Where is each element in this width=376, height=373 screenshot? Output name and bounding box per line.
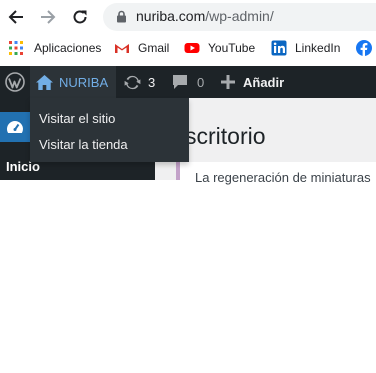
gmail-icon [115,43,129,53]
reload-icon [73,10,87,24]
address-bar[interactable]: nuriba.com/wp-admin/ [103,3,376,31]
bookmark-linkedin[interactable]: LinkedIn [271,39,340,57]
linkedin-icon [271,40,287,56]
back-button[interactable] [4,5,28,29]
forward-arrow-icon [41,10,56,24]
wordpress-logo-icon [5,72,25,92]
dashboard-menu-item[interactable] [0,112,30,142]
browser-toolbar: nuriba.com/wp-admin/ [0,0,376,34]
dashboard-gauge-icon [7,121,23,133]
bookmark-label: LinkedIn [295,41,341,55]
bookmark-facebook[interactable] [356,39,376,57]
wp-admin-bar: NURIBA 3 0 Añadir [0,66,376,98]
bookmark-apps[interactable]: Aplicaciones [8,39,101,57]
lock-icon [117,10,126,23]
forward-button[interactable] [36,5,60,29]
plus-icon [221,75,235,89]
updates-icon [124,75,141,89]
admin-notice: La regeneración de miniaturas [176,162,376,185]
back-arrow-icon [8,10,23,24]
home-icon [36,74,53,90]
youtube-icon [184,43,200,53]
url-text: nuriba.com/wp-admin/ [136,8,274,24]
updates-menu[interactable]: 3 [123,66,155,98]
new-content-label: Añadir [243,74,285,90]
updates-count: 3 [148,74,156,90]
facebook-icon [356,40,372,56]
comments-menu[interactable]: 0 [172,66,204,98]
comment-icon [173,75,187,89]
site-name-menu[interactable]: NURIBA [30,66,116,98]
wp-logo-menu[interactable] [0,66,30,98]
new-content-menu[interactable]: Añadir [221,66,284,98]
reload-button[interactable] [68,5,92,29]
bookmark-label: YouTube [208,41,256,55]
bookmark-label: Aplicaciones [34,41,102,55]
url-path: /wp-admin/ [205,8,274,24]
comments-count: 0 [197,74,205,90]
bookmark-label: Gmail [138,41,170,55]
url-host: nuriba.com [136,8,206,24]
bookmark-gmail[interactable]: Gmail [114,39,169,57]
page-title: scritorio [185,123,266,149]
visit-store-link[interactable]: Visitar la tienda [39,137,128,152]
site-name-label: NURIBA [59,74,109,90]
bookmark-youtube[interactable]: YouTube [184,39,255,57]
visit-site-link[interactable]: Visitar el sitio [39,111,115,126]
site-name-dropdown: Visitar el sitio Visitar la tienda [30,98,189,162]
bookmarks-bar: Aplicaciones Gmail YouTube LinkedIn [0,34,376,62]
apps-grid-icon [9,41,23,55]
notice-text: La regeneración de miniaturas [195,170,371,185]
